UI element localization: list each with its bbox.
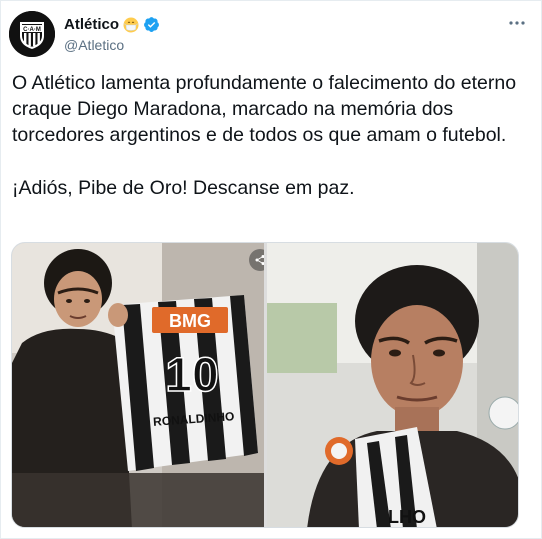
face-with-mask-emoji-icon (123, 17, 139, 32)
shirt-text: LHO (388, 507, 426, 527)
share-icon[interactable] (249, 249, 264, 271)
tweet-paragraph: ¡Adiós, Pibe de Oro! Descanse em paz. (12, 177, 355, 199)
crest-lettering: C·A·M (23, 27, 41, 33)
tweet-card[interactable]: C·A·M Atlético @Atletico O Atlético lame… (0, 0, 542, 539)
verified-badge-icon (144, 17, 159, 32)
tweet-header: C·A·M Atlético @Atletico (9, 11, 529, 61)
jersey-sponsor: BMG (169, 311, 211, 331)
name-row: Atlético (64, 16, 160, 33)
photo-maradona-portrait[interactable]: LHO (267, 243, 518, 527)
handle[interactable]: @Atletico (64, 37, 124, 53)
photo-maradona-with-jersey[interactable]: BMG 10 RONALDINHO (12, 243, 264, 527)
more-options-icon[interactable] (507, 13, 527, 33)
media-grid: BMG 10 RONALDINHO LHO (11, 242, 519, 528)
tweet-text: O Atlético lamenta profundamente o falec… (12, 70, 532, 201)
jersey-number: 10 (165, 349, 218, 402)
display-name[interactable]: Atlético (64, 16, 119, 33)
club-crest-icon: C·A·M (9, 11, 55, 57)
tweet-paragraph: O Atlético lamenta profundamente o falec… (12, 72, 517, 146)
avatar[interactable]: C·A·M (9, 11, 55, 57)
